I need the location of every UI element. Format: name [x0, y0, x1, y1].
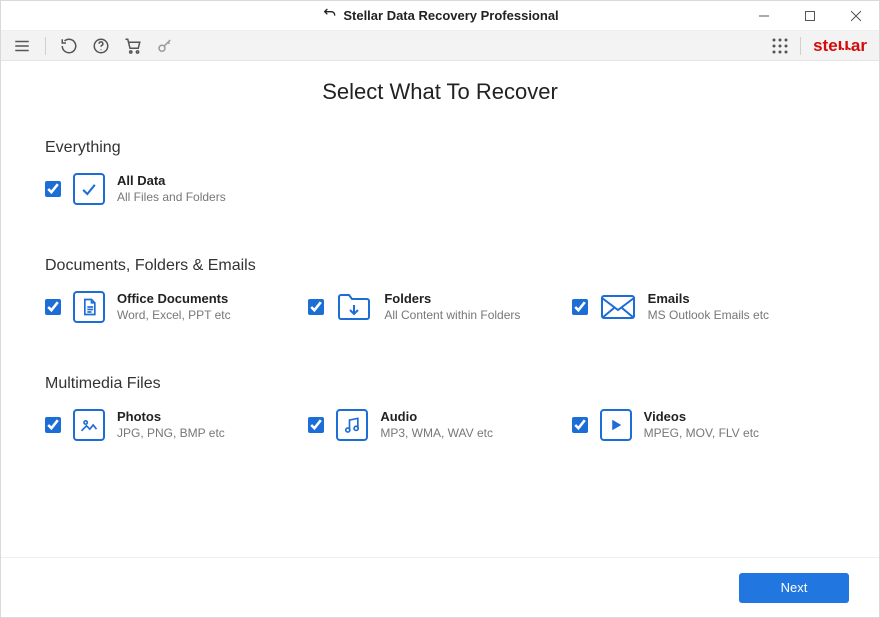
document-icon	[73, 291, 105, 323]
checkbox-all-data[interactable]	[45, 181, 61, 197]
maximize-button[interactable]	[787, 1, 833, 31]
option-emails[interactable]: Emails MS Outlook Emails etc	[572, 291, 835, 323]
option-title: Photos	[117, 409, 225, 424]
window-title: Stellar Data Recovery Professional	[343, 8, 558, 23]
activation-key-icon[interactable]	[156, 37, 174, 55]
option-subtitle: MP3, WMA, WAV etc	[380, 426, 493, 440]
option-subtitle: MPEG, MOV, FLV etc	[644, 426, 759, 440]
option-title: Office Documents	[117, 291, 231, 306]
page-title: Select What To Recover	[45, 79, 835, 105]
folder-download-icon	[336, 291, 372, 323]
checkbox-emails[interactable]	[572, 299, 588, 315]
window-controls	[741, 1, 879, 31]
envelope-icon	[600, 291, 636, 323]
checkbox-office-documents[interactable]	[45, 299, 61, 315]
checkbox-folders[interactable]	[308, 299, 324, 315]
app-window: Stellar Data Recovery Professional	[0, 0, 880, 618]
option-audio[interactable]: Audio MP3, WMA, WAV etc	[308, 409, 571, 441]
close-button[interactable]	[833, 1, 879, 31]
option-title: Audio	[380, 409, 493, 424]
option-office-documents[interactable]: Office Documents Word, Excel, PPT etc	[45, 291, 308, 323]
section-docs: Documents, Folders & Emails Office Docum…	[45, 257, 835, 323]
option-title: Folders	[384, 291, 520, 306]
menu-icon[interactable]	[13, 37, 31, 55]
main-content: Select What To Recover Everything All Da…	[1, 61, 879, 557]
help-icon[interactable]	[92, 37, 110, 55]
section-media: Multimedia Files Photos JPG, PNG, BMP et…	[45, 375, 835, 441]
option-photos[interactable]: Photos JPG, PNG, BMP etc	[45, 409, 308, 441]
titlebar: Stellar Data Recovery Professional	[1, 1, 879, 31]
resume-recovery-icon[interactable]	[60, 37, 78, 55]
option-subtitle: All Content within Folders	[384, 308, 520, 322]
separator	[45, 37, 46, 55]
option-subtitle: MS Outlook Emails etc	[648, 308, 769, 322]
option-folders[interactable]: Folders All Content within Folders	[308, 291, 571, 323]
minimize-button[interactable]	[741, 1, 787, 31]
option-all-data[interactable]: All Data All Files and Folders	[45, 173, 226, 205]
option-title: All Data	[117, 173, 226, 188]
section-heading-docs: Documents, Folders & Emails	[45, 257, 835, 275]
photo-icon	[73, 409, 105, 441]
option-title: Emails	[648, 291, 769, 306]
section-everything: Everything All Data All Files and Folder…	[45, 139, 835, 205]
checkbox-videos[interactable]	[572, 417, 588, 433]
option-title: Videos	[644, 409, 759, 424]
back-icon[interactable]	[321, 5, 337, 26]
checkmark-icon	[73, 173, 105, 205]
option-subtitle: Word, Excel, PPT etc	[117, 308, 231, 322]
play-icon	[600, 409, 632, 441]
footer: Next	[1, 557, 879, 617]
brand-logo: sterrar	[813, 36, 867, 56]
checkbox-photos[interactable]	[45, 417, 61, 433]
separator	[800, 37, 801, 55]
buy-icon[interactable]	[124, 37, 142, 55]
option-subtitle: All Files and Folders	[117, 190, 226, 204]
toolbar: sterrar	[1, 31, 879, 61]
checkbox-audio[interactable]	[308, 417, 324, 433]
music-note-icon	[336, 409, 368, 441]
option-subtitle: JPG, PNG, BMP etc	[117, 426, 225, 440]
section-heading-everything: Everything	[45, 139, 835, 157]
apps-grid-icon[interactable]	[772, 38, 788, 54]
option-videos[interactable]: Videos MPEG, MOV, FLV etc	[572, 409, 835, 441]
next-button[interactable]: Next	[739, 573, 849, 603]
section-heading-media: Multimedia Files	[45, 375, 835, 393]
